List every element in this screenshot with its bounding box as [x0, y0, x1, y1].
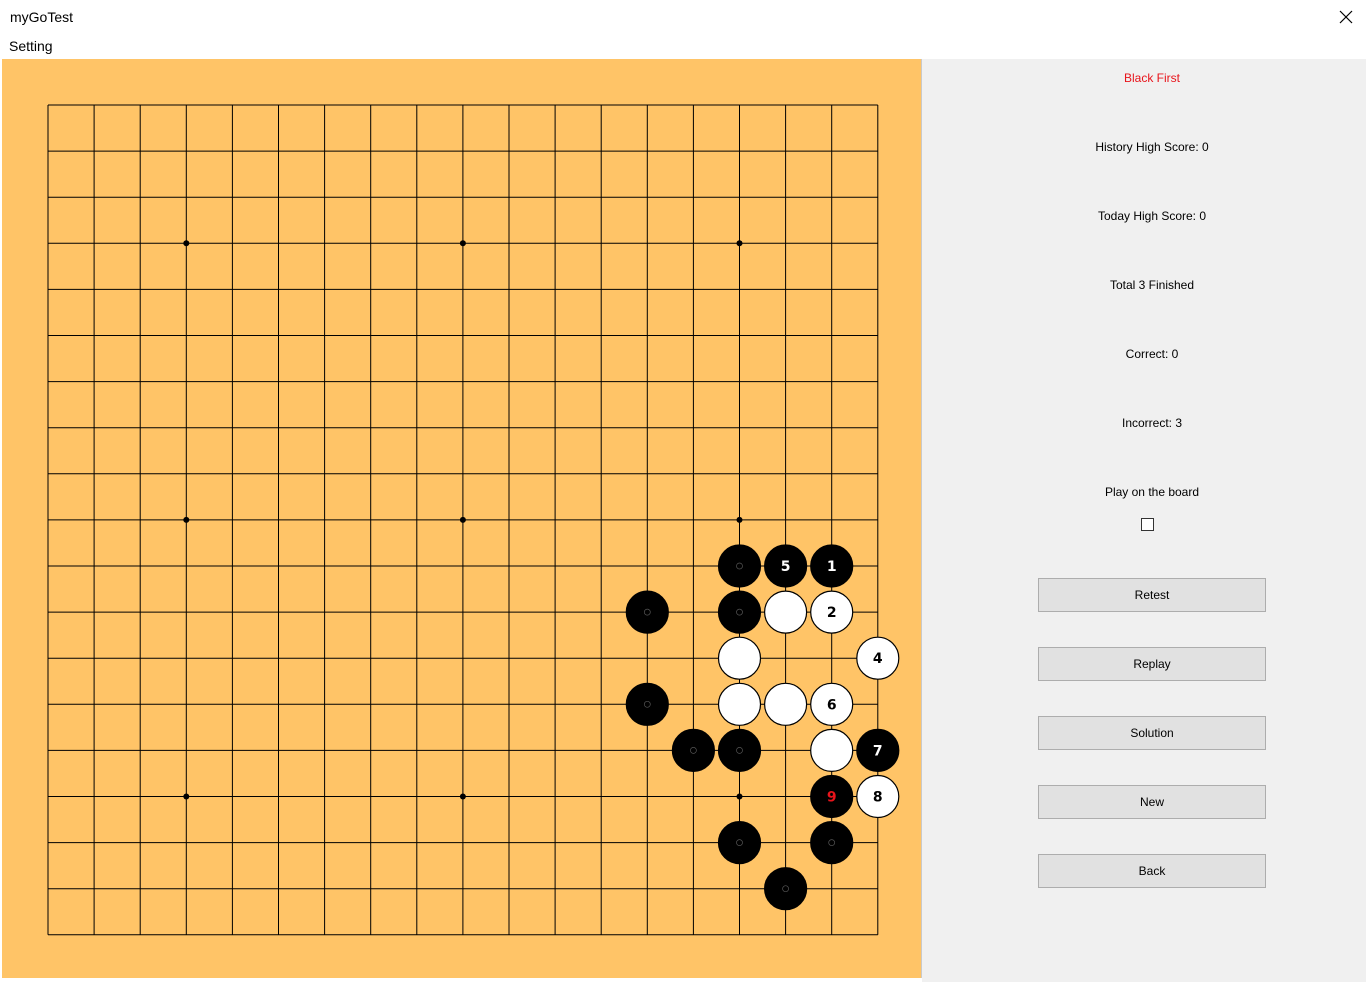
menu-bar: Setting	[0, 34, 1366, 58]
star-point	[737, 794, 743, 800]
black-stone[interactable]	[719, 591, 761, 633]
white-stone[interactable]: 4	[857, 637, 899, 679]
replay-button[interactable]: Replay	[1038, 647, 1266, 681]
stone-disc	[719, 822, 761, 864]
stone-number: 2	[827, 605, 837, 621]
total-finished: Total 3 Finished	[922, 278, 1366, 292]
star-point	[460, 517, 466, 523]
retest-button[interactable]: Retest	[1038, 578, 1266, 612]
today-high-score: Today High Score: 0	[922, 209, 1366, 223]
close-icon	[1339, 10, 1353, 24]
star-point	[460, 240, 466, 246]
star-point	[183, 240, 189, 246]
star-point	[183, 517, 189, 523]
go-board[interactable]: 5 1 2 4 6 7 9 8	[2, 59, 921, 978]
white-stone[interactable]: 2	[811, 591, 853, 633]
correct-count: Correct: 0	[922, 347, 1366, 361]
stone-disc	[811, 822, 853, 864]
new-button[interactable]: New	[1038, 785, 1266, 819]
play-on-board-label: Play on the board	[922, 485, 1366, 499]
black-stone[interactable]: 5	[765, 545, 807, 587]
stone-number: 5	[781, 559, 791, 575]
stone-disc	[719, 591, 761, 633]
stone-number: 1	[827, 559, 837, 575]
stone-disc	[765, 868, 807, 910]
go-board-panel: 5 1 2 4 6 7 9 8	[2, 59, 922, 978]
star-point	[460, 794, 466, 800]
stone-number: 9	[827, 790, 837, 806]
stone-disc	[672, 729, 714, 771]
white-stone[interactable]: 8	[857, 776, 899, 818]
black-stone[interactable]	[719, 729, 761, 771]
turn-status: Black First	[922, 71, 1366, 85]
back-button[interactable]: Back	[1038, 854, 1266, 888]
star-point	[737, 517, 743, 523]
black-stone[interactable]	[626, 683, 668, 725]
black-stone[interactable]: 1	[811, 545, 853, 587]
history-high-score: History High Score: 0	[922, 140, 1366, 154]
white-stone[interactable]	[811, 729, 853, 771]
black-stone[interactable]	[765, 868, 807, 910]
star-point	[183, 794, 189, 800]
stone-number: 4	[873, 651, 883, 667]
stone-number: 6	[827, 697, 837, 713]
black-stone[interactable]	[719, 545, 761, 587]
black-stone[interactable]: 9	[811, 776, 853, 818]
white-stone[interactable]: 6	[811, 683, 853, 725]
white-stone[interactable]	[765, 683, 807, 725]
play-on-board-checkbox[interactable]	[1141, 518, 1154, 531]
stone-disc	[626, 591, 668, 633]
stone-disc	[719, 637, 761, 679]
white-stone[interactable]	[719, 637, 761, 679]
stone-disc	[719, 545, 761, 587]
stone-disc	[719, 729, 761, 771]
white-stone[interactable]	[765, 591, 807, 633]
stone-number: 7	[873, 743, 883, 759]
stone-disc	[765, 591, 807, 633]
black-stone[interactable]	[811, 822, 853, 864]
side-panel: Black First History High Score: 0 Today …	[922, 59, 1366, 982]
black-stone[interactable]	[626, 591, 668, 633]
solution-button[interactable]: Solution	[1038, 716, 1266, 750]
black-stone[interactable]	[719, 822, 761, 864]
incorrect-count: Incorrect: 3	[922, 416, 1366, 430]
title-bar: myGoTest	[0, 0, 1366, 34]
menu-setting[interactable]: Setting	[9, 38, 53, 54]
window-title: myGoTest	[10, 9, 73, 25]
star-point	[737, 240, 743, 246]
black-stone[interactable]: 7	[857, 729, 899, 771]
close-button[interactable]	[1326, 0, 1366, 34]
stone-disc	[719, 683, 761, 725]
stone-number: 8	[873, 790, 883, 806]
stone-disc	[626, 683, 668, 725]
stone-disc	[765, 683, 807, 725]
stone-disc	[811, 729, 853, 771]
white-stone[interactable]	[719, 683, 761, 725]
black-stone[interactable]	[672, 729, 714, 771]
